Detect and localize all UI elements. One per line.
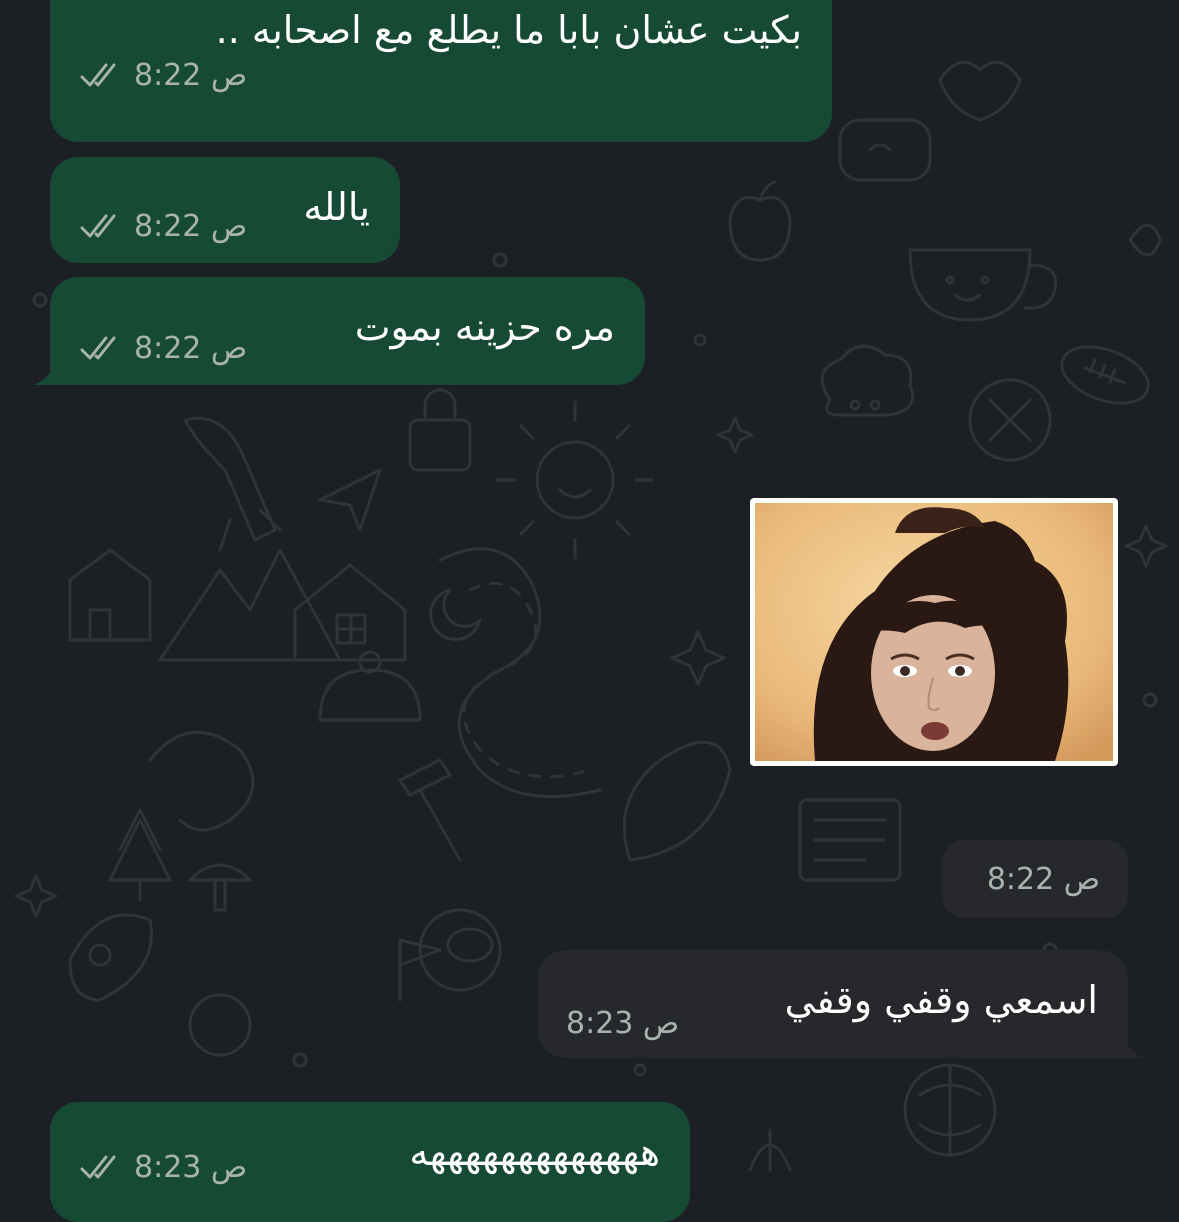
message-text: مره حزينه بموت: [354, 305, 615, 349]
outgoing-message-bubble[interactable]: مره حزينه بموت 8:22 ص: [50, 277, 645, 385]
bubble-tail: [32, 355, 60, 385]
message-meta: 8:23 ص: [566, 1006, 679, 1041]
bubble-tail: [1118, 1028, 1146, 1058]
message-meta: 8:22 ص: [80, 209, 247, 244]
sticker-photo[interactable]: [750, 498, 1118, 766]
message-text: اسمعي وقفي وقفي: [784, 978, 1098, 1022]
message-text: يالله: [303, 185, 370, 229]
message-meta: 8:22 ص: [80, 331, 247, 366]
message-time: 8:23 ص: [134, 1150, 248, 1185]
outgoing-message-bubble[interactable]: بكيت عشان بابا ما يطلع مع اصحابه .. 8:22…: [50, 0, 832, 142]
message-time: 8:23 ص: [566, 1006, 680, 1041]
photo-image: [755, 503, 1113, 761]
message-time: 8:22 ص: [134, 331, 248, 366]
message-time: 8:22 ص: [134, 58, 248, 93]
message-meta: 8:22 ص: [80, 58, 247, 93]
incoming-message-bubble[interactable]: اسمعي وقفي وقفي 8:23 ص: [538, 950, 1128, 1058]
message-meta: 8:23 ص: [80, 1150, 247, 1185]
message-time: 8:22 ص: [986, 862, 1100, 897]
double-check-icon: [80, 63, 116, 86]
outgoing-message-bubble[interactable]: هههههههههههههه 8:23 ص: [50, 1102, 690, 1222]
message-time: 8:22 ص: [134, 209, 248, 244]
message-text: بكيت عشان بابا ما يطلع مع اصحابه ..: [215, 8, 802, 52]
message-text: هههههههههههههه: [409, 1130, 660, 1174]
outgoing-message-bubble[interactable]: يالله 8:22 ص: [50, 157, 400, 263]
double-check-icon: [80, 214, 116, 237]
message-meta: 8:22 ص: [987, 862, 1100, 897]
image-time-chip: 8:22 ص: [942, 840, 1128, 918]
double-check-icon: [80, 1155, 116, 1178]
double-check-icon: [80, 336, 116, 359]
